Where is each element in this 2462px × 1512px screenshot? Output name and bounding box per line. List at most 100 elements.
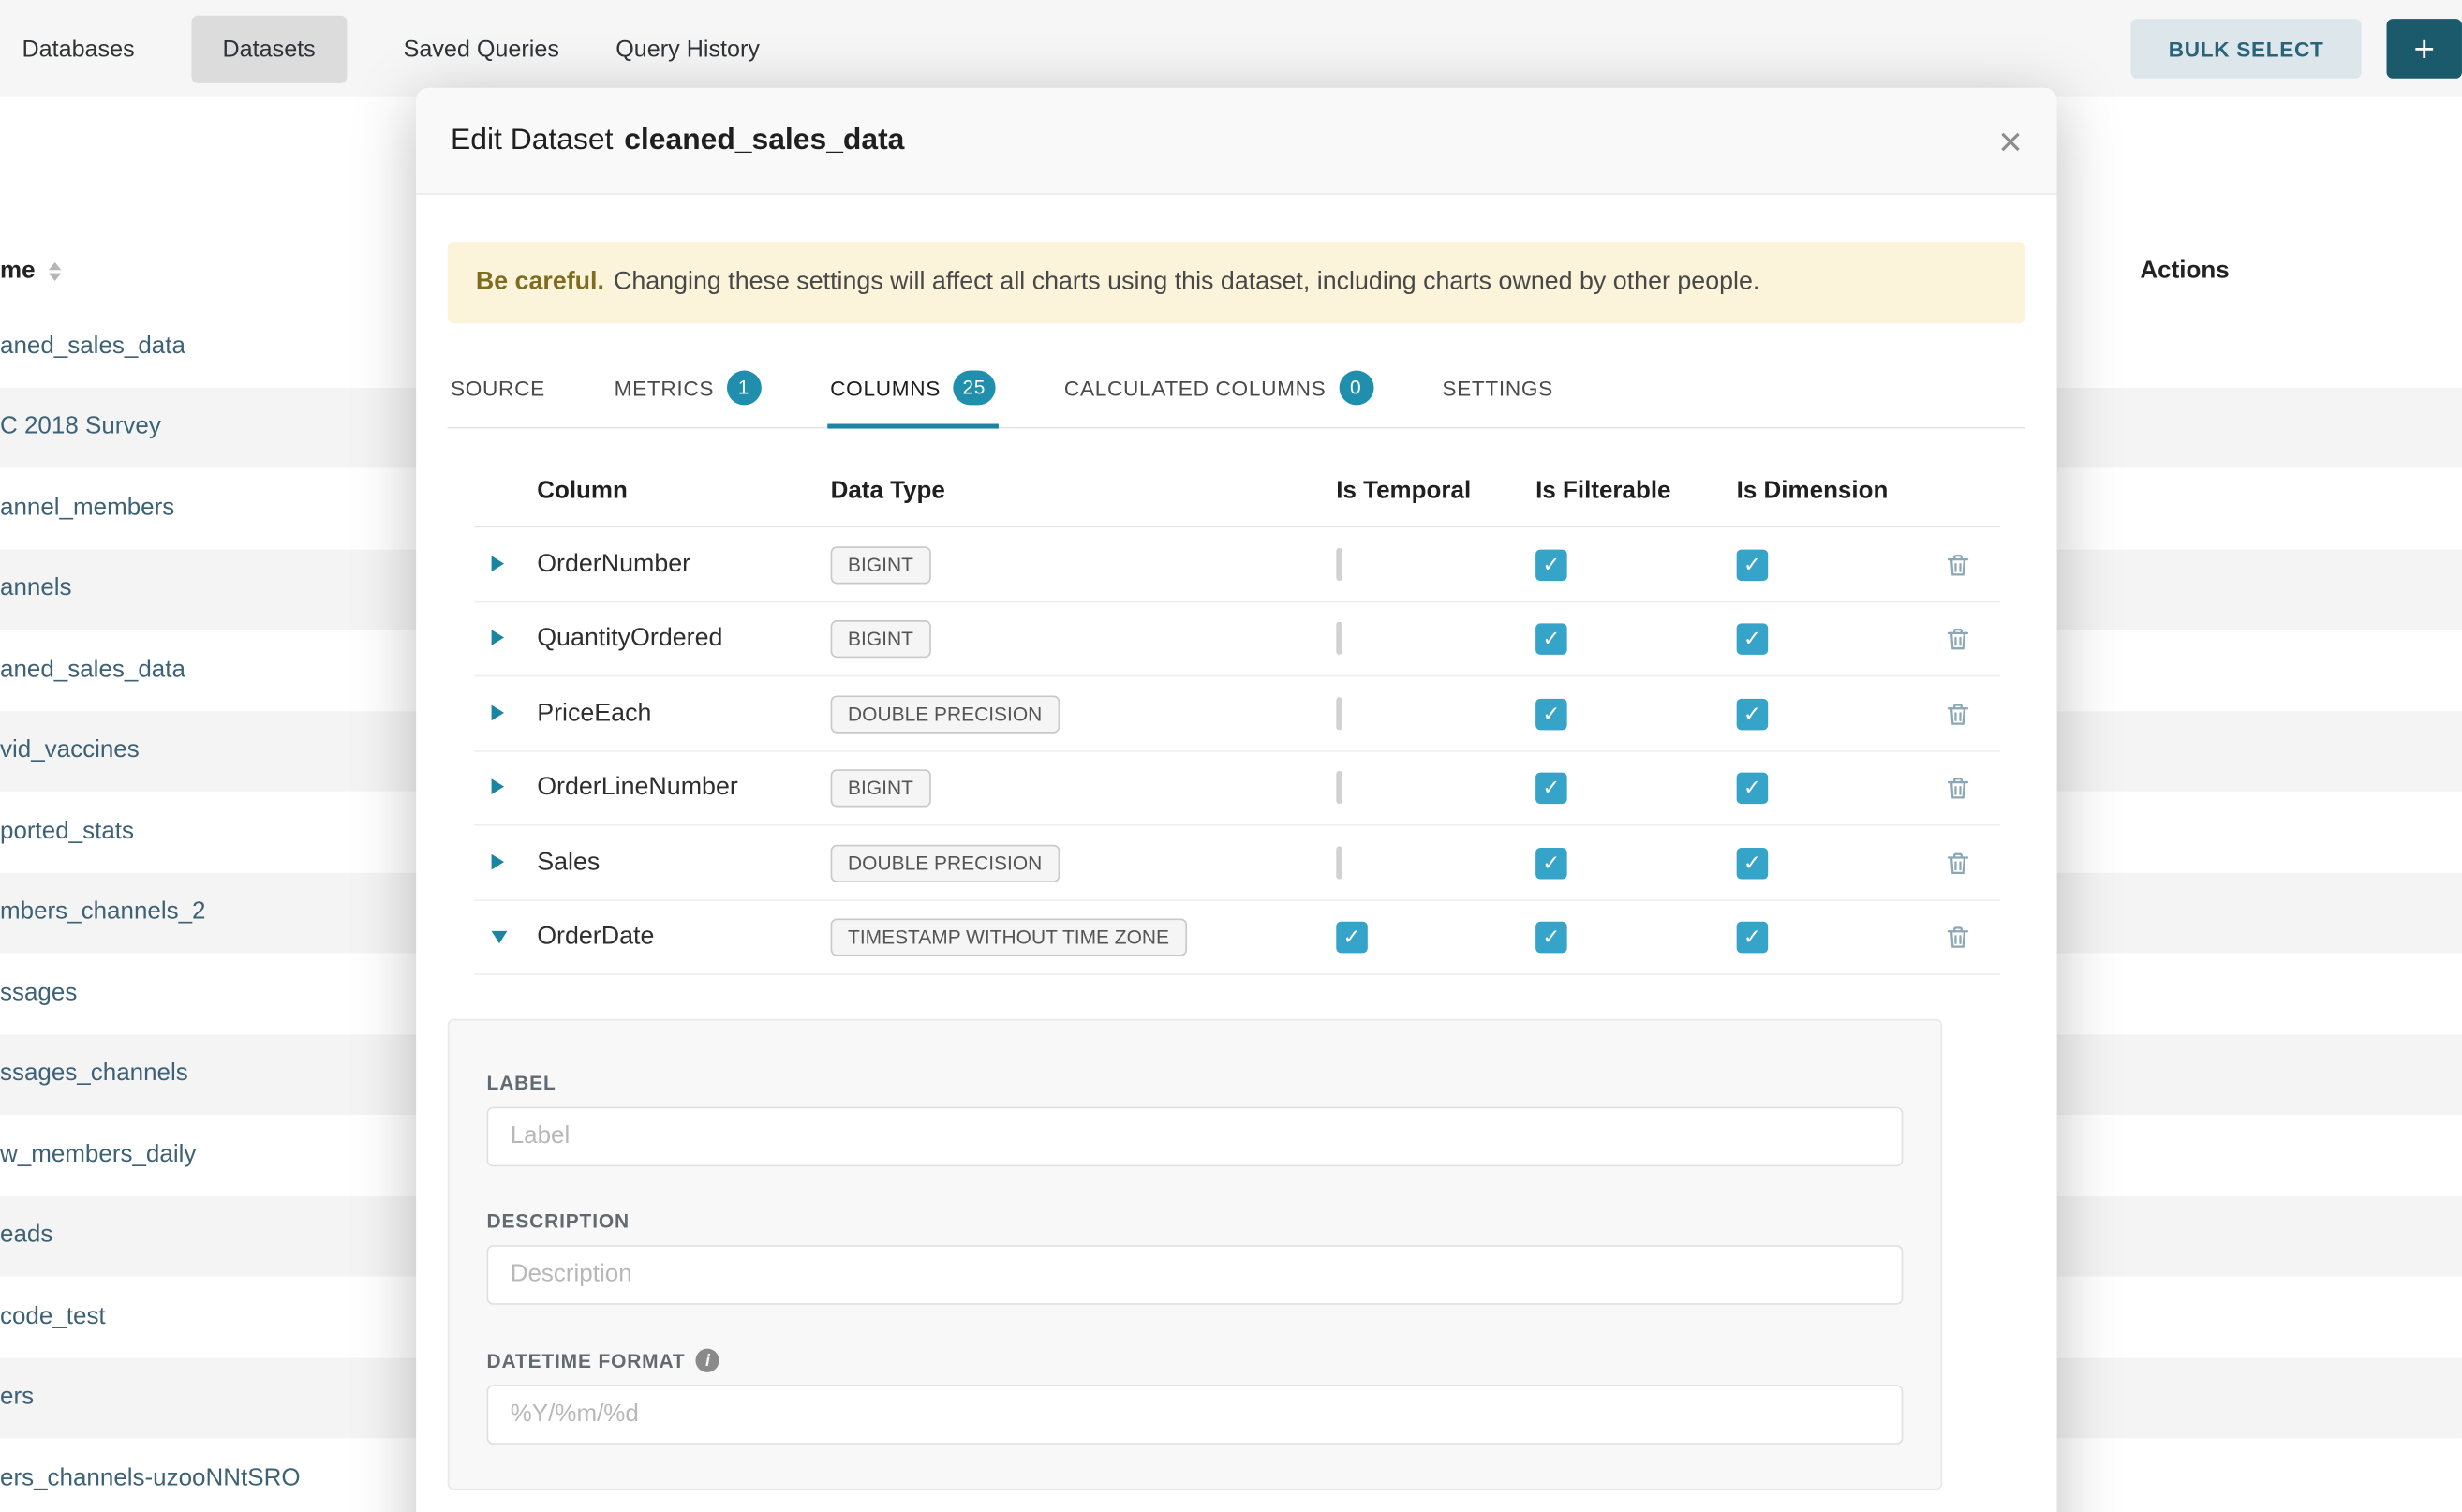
column-row: OrderLineNumber BIGINT	[474, 752, 2000, 827]
dataset-name-link[interactable]: annels	[0, 575, 72, 603]
edit-dataset-modal: Edit Datasetcleaned_sales_data × Be care…	[416, 88, 2056, 1512]
is-temporal-checkbox[interactable]	[1336, 547, 1342, 580]
dataset-name-link[interactable]: w_members_daily	[0, 1141, 196, 1169]
label-input[interactable]	[487, 1107, 1904, 1167]
expand-caret-icon[interactable]	[492, 704, 504, 720]
warning-text: Changing these settings will affect all …	[614, 269, 1759, 295]
sort-icon[interactable]	[50, 261, 62, 280]
column-name: OrderLineNumber	[537, 775, 830, 803]
is-dimension-checkbox[interactable]	[1737, 773, 1769, 805]
is-dimension-checkbox[interactable]	[1737, 922, 1769, 954]
is-temporal-checkbox[interactable]	[1336, 622, 1342, 655]
tab-label: CALCULATED COLUMNS	[1064, 377, 1326, 400]
is-filterable-checkbox[interactable]	[1535, 773, 1567, 805]
datetime-format-field-label: DATETIME FORMAT	[487, 1350, 686, 1371]
is-dimension-checkbox[interactable]	[1737, 549, 1769, 581]
dataset-name-link[interactable]: eads	[0, 1222, 52, 1250]
expand-caret-icon[interactable]	[492, 931, 508, 943]
columns-table-body: OrderNumber BIGINT QuantityOrdered BIGIN…	[474, 528, 2000, 976]
column-detail-panel: LABEL DESCRIPTION DATETIME FORMAT	[448, 1019, 1943, 1490]
expand-caret-icon[interactable]	[492, 779, 504, 795]
column-row: OrderNumber BIGINT	[474, 528, 2000, 603]
label-field: LABEL	[487, 1073, 1904, 1167]
delete-column-icon[interactable]	[1944, 625, 1972, 653]
delete-column-icon[interactable]	[1944, 775, 1972, 803]
tab-calculated-columns[interactable]: CALCULATED COLUMNS 0	[1061, 359, 1376, 428]
dataset-name-link[interactable]: vid_vaccines	[0, 736, 140, 764]
is-temporal-checkbox[interactable]	[1336, 922, 1368, 954]
datetime-format-field: DATETIME FORMAT	[487, 1349, 1904, 1445]
description-input[interactable]	[487, 1246, 1904, 1306]
column-row: Sales DOUBLE PRECISION	[474, 826, 2000, 901]
is-dimension-checkbox[interactable]	[1737, 698, 1769, 730]
topnav-actions: BULK SELECT +	[2130, 19, 2461, 79]
add-dataset-button[interactable]: +	[2387, 19, 2462, 79]
description-field: DESCRIPTION	[487, 1211, 1904, 1306]
modal-body: Be careful.Changing these settings will …	[416, 242, 2056, 1490]
is-filterable-checkbox[interactable]	[1535, 922, 1567, 954]
data-type-pill: TIMESTAMP WITHOUT TIME ZONE	[831, 919, 1187, 956]
dataset-name-link[interactable]: annel_members	[0, 495, 174, 523]
label-field-label: LABEL	[487, 1073, 1904, 1094]
is-dimension-checkbox[interactable]	[1737, 847, 1769, 879]
dataset-name-link[interactable]: C 2018 Survey	[0, 413, 161, 441]
nav-tab-databases[interactable]: Databases	[22, 36, 134, 62]
delete-column-icon[interactable]	[1944, 700, 1972, 728]
dataset-name-link[interactable]: ers	[0, 1384, 34, 1412]
datetime-format-input[interactable]	[487, 1386, 1904, 1445]
delete-column-icon[interactable]	[1944, 551, 1972, 579]
tab-label: METRICS	[615, 377, 715, 400]
is-filterable-checkbox[interactable]	[1535, 624, 1567, 656]
expand-caret-icon[interactable]	[492, 630, 504, 645]
delete-column-icon[interactable]	[1944, 924, 1972, 952]
dataset-name-link[interactable]: aned_sales_data	[0, 333, 185, 361]
dataset-name-link[interactable]: aned_sales_data	[0, 656, 185, 684]
modal-tabs: SOURCE METRICS1 COLUMNS 25 CALCULATED COLUMN…	[448, 359, 2025, 429]
bulk-select-button[interactable]: BULK SELECT	[2130, 19, 2361, 79]
modal-header: Edit Datasetcleaned_sales_data ×	[416, 88, 2056, 195]
is-temporal-checkbox[interactable]	[1336, 846, 1342, 879]
actions-column-header: Actions	[2140, 257, 2229, 285]
header-data-type: Data Type	[831, 478, 1337, 506]
is-temporal-checkbox[interactable]	[1336, 771, 1342, 804]
close-icon[interactable]: ×	[1998, 120, 2022, 161]
dataset-name-link[interactable]: ssages_channels	[0, 1060, 188, 1089]
tab-settings[interactable]: SETTINGS	[1439, 359, 1556, 428]
column-name: OrderNumber	[537, 551, 830, 579]
tab-metrics[interactable]: METRICS1	[611, 359, 764, 428]
warning-banner: Be careful.Changing these settings will …	[448, 242, 2025, 324]
dataset-name-link[interactable]: code_test	[0, 1303, 106, 1331]
tab-label: COLUMNS	[830, 377, 941, 400]
columns-table: Column Data Type Is Temporal Is Filterab…	[474, 457, 2000, 975]
is-filterable-checkbox[interactable]	[1535, 549, 1567, 581]
is-dimension-checkbox[interactable]	[1737, 624, 1769, 656]
is-filterable-checkbox[interactable]	[1535, 698, 1567, 730]
top-navigation-bar: Databases Datasets Saved Queries Query Hist…	[0, 0, 2462, 97]
dataset-name-link[interactable]: ers_channels-uzooNNtSRO	[0, 1464, 301, 1492]
modal-title: Edit Datasetcleaned_sales_data	[451, 124, 904, 158]
data-type-pill: DOUBLE PRECISION	[831, 844, 1060, 882]
tab-source[interactable]: SOURCE	[448, 359, 549, 428]
tab-label: SETTINGS	[1442, 377, 1553, 400]
is-filterable-checkbox[interactable]	[1535, 847, 1567, 879]
expand-caret-icon[interactable]	[492, 853, 504, 869]
tab-count-badge: 25	[953, 371, 995, 406]
data-type-pill: BIGINT	[831, 620, 931, 658]
nav-tab-query-history[interactable]: Query History	[616, 36, 760, 62]
is-temporal-checkbox[interactable]	[1336, 697, 1342, 730]
nav-tab-saved-queries[interactable]: Saved Queries	[404, 36, 559, 62]
tab-count-badge: 0	[1339, 371, 1373, 406]
name-column-header[interactable]: me	[0, 257, 36, 285]
dataset-name-link[interactable]: mbers_channels_2	[0, 898, 206, 926]
dataset-name-link[interactable]: ported_stats	[0, 818, 134, 846]
delete-column-icon[interactable]	[1944, 849, 1972, 877]
header-is-filterable: Is Filterable	[1535, 478, 1737, 506]
column-row: QuantityOrdered BIGINT	[474, 602, 2000, 677]
column-row: PriceEach DOUBLE PRECISION	[474, 677, 2000, 752]
dataset-name-link[interactable]: ssages	[0, 979, 77, 1007]
screen: Databases Datasets Saved Queries Query Hist…	[0, 0, 2462, 1512]
expand-caret-icon[interactable]	[492, 556, 504, 571]
tab-columns[interactable]: COLUMNS 25	[827, 359, 999, 429]
tab-label: SOURCE	[451, 377, 545, 400]
nav-tab-datasets[interactable]: Datasets	[191, 15, 347, 82]
